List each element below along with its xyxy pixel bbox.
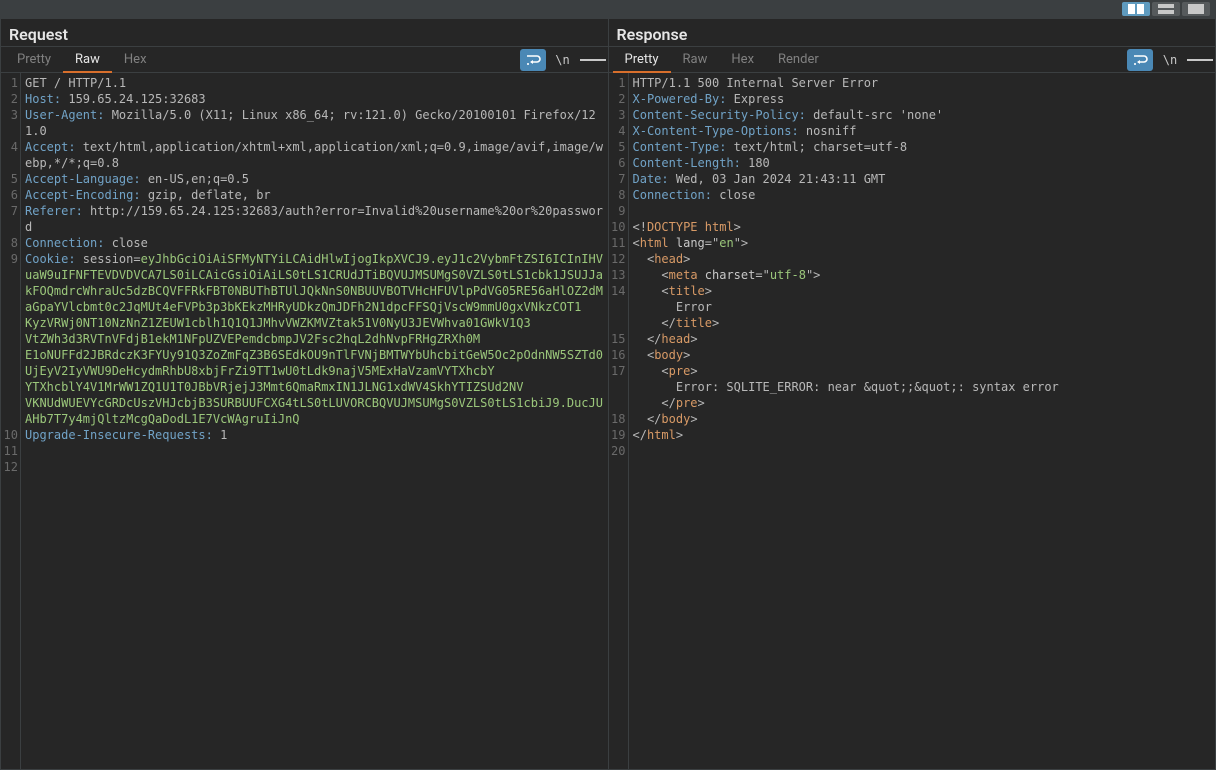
request-tab-hex[interactable]: Hex — [112, 48, 159, 72]
layout-split-vertical-button[interactable] — [1152, 2, 1180, 16]
wrap-icon[interactable] — [1127, 49, 1153, 71]
request-title: Request — [1, 19, 608, 47]
layout-split-horizontal-button[interactable] — [1122, 2, 1150, 16]
layout-single-button[interactable] — [1182, 2, 1210, 16]
wrap-icon[interactable] — [520, 49, 546, 71]
response-title: Response — [609, 19, 1216, 47]
request-panel: Request PrettyRawHex \n 123456789101112 … — [0, 18, 609, 770]
response-tab-raw[interactable]: Raw — [671, 48, 720, 72]
newline-icon[interactable]: \n — [550, 49, 576, 71]
request-tab-pretty[interactable]: Pretty — [5, 48, 63, 72]
request-tabs: PrettyRawHex \n — [1, 47, 608, 73]
hamburger-icon[interactable] — [1187, 49, 1213, 71]
newline-icon[interactable]: \n — [1157, 49, 1183, 71]
hamburger-icon[interactable] — [580, 49, 606, 71]
response-tabs: PrettyRawHexRender \n — [609, 47, 1216, 73]
response-tab-pretty[interactable]: Pretty — [613, 48, 671, 73]
layout-toolbar — [0, 0, 1216, 18]
request-editor[interactable]: 123456789101112 GET / HTTP/1.1Host: 159.… — [1, 73, 608, 769]
response-viewer[interactable]: 1234567891011121314 151617 181920 HTTP/1… — [609, 73, 1216, 769]
request-tab-raw[interactable]: Raw — [63, 48, 112, 73]
response-tab-hex[interactable]: Hex — [719, 48, 766, 72]
response-panel: Response PrettyRawHexRender \n 123456789… — [609, 18, 1216, 770]
response-tab-render[interactable]: Render — [766, 48, 831, 72]
